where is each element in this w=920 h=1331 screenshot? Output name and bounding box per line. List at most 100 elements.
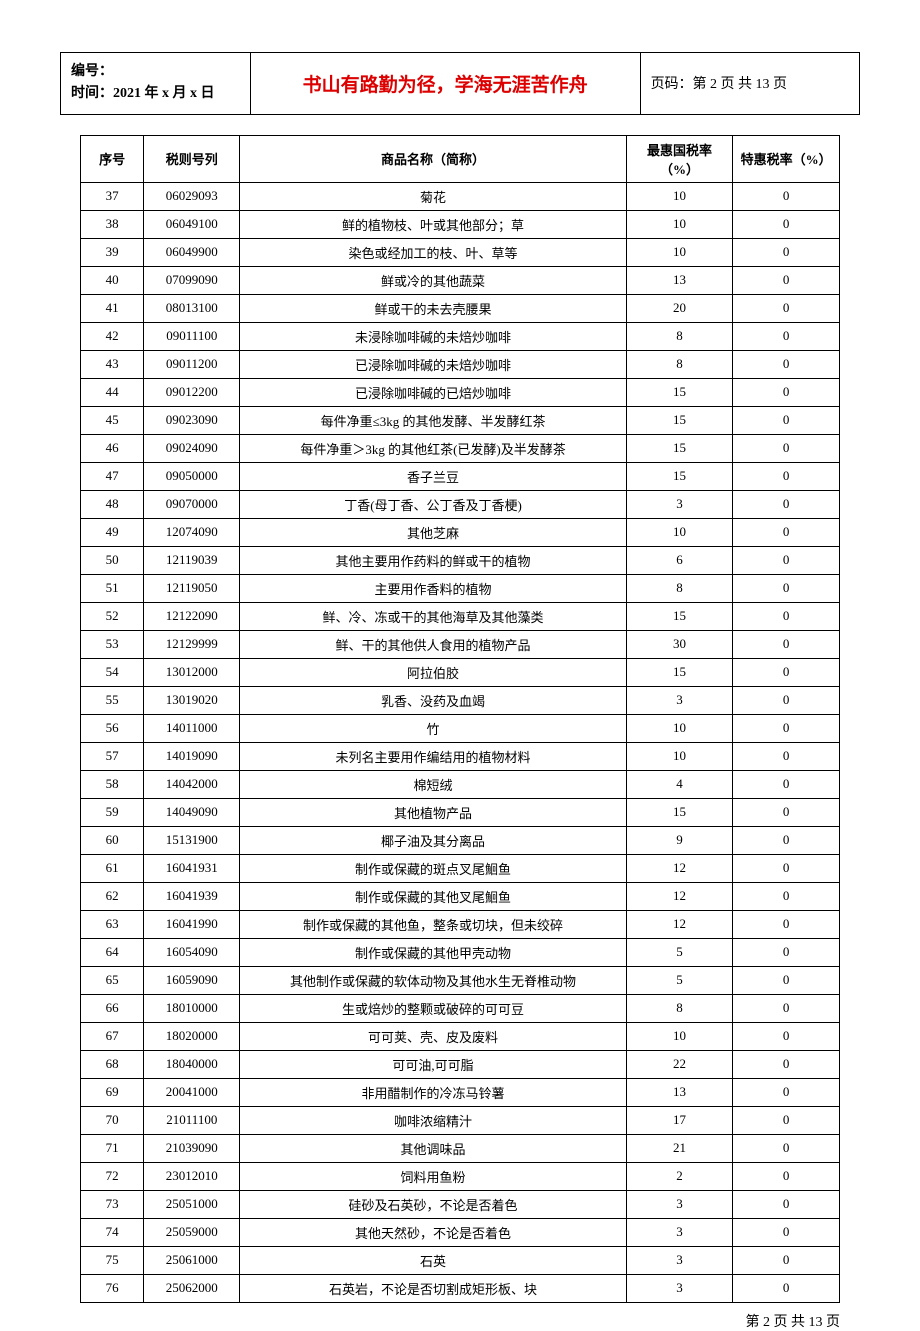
cell-rate2: 0 — [733, 770, 840, 798]
cell-seq: 66 — [81, 994, 144, 1022]
cell-rate2: 0 — [733, 266, 840, 294]
cell-code: 12074090 — [144, 518, 240, 546]
cell-code: 12122090 — [144, 602, 240, 630]
cell-name: 生或焙炒的整颗或破碎的可可豆 — [240, 994, 626, 1022]
table-row: 7625062000石英岩，不论是否切割成矩形板、块30 — [81, 1274, 840, 1302]
tariff-table: 序号 税则号列 商品名称（简称） 最惠国税率（%） 特惠税率（%） 370602… — [80, 135, 840, 1303]
cell-rate2: 0 — [733, 798, 840, 826]
cell-name: 丁香(母丁香、公丁香及丁香梗) — [240, 490, 626, 518]
cell-rate1: 17 — [626, 1106, 733, 1134]
cell-rate2: 0 — [733, 182, 840, 210]
cell-seq: 58 — [81, 770, 144, 798]
cell-rate1: 10 — [626, 742, 733, 770]
cell-rate1: 12 — [626, 882, 733, 910]
cell-seq: 52 — [81, 602, 144, 630]
cell-seq: 51 — [81, 574, 144, 602]
table-row: 5212122090鲜、冷、冻或干的其他海草及其他藻类150 — [81, 602, 840, 630]
table-row: 6015131900椰子油及其分离品90 — [81, 826, 840, 854]
cell-code: 25051000 — [144, 1190, 240, 1218]
page-footer: 第 2 页 共 13 页 — [80, 1311, 840, 1331]
cell-code: 16041990 — [144, 910, 240, 938]
cell-code: 14011000 — [144, 714, 240, 742]
cell-rate2: 0 — [733, 322, 840, 350]
cell-rate1: 3 — [626, 490, 733, 518]
cell-name: 未浸除咖啡碱的未焙炒咖啡 — [240, 322, 626, 350]
cell-rate2: 0 — [733, 1078, 840, 1106]
table-row: 7223012010饲料用鱼粉20 — [81, 1162, 840, 1190]
header-page-label: 页码：第 2 页 共 13 页 — [640, 53, 859, 115]
table-header-row: 序号 税则号列 商品名称（简称） 最惠国税率（%） 特惠税率（%） — [81, 135, 840, 182]
cell-seq: 44 — [81, 378, 144, 406]
cell-code: 16054090 — [144, 938, 240, 966]
cell-seq: 50 — [81, 546, 144, 574]
cell-rate2: 0 — [733, 1106, 840, 1134]
header-motto: 书山有路勤为径，学海无涯苦作舟 — [250, 53, 640, 115]
cell-code: 21011100 — [144, 1106, 240, 1134]
cell-seq: 72 — [81, 1162, 144, 1190]
table-row: 4709050000香子兰豆150 — [81, 462, 840, 490]
cell-rate2: 0 — [733, 1022, 840, 1050]
table-row: 4409012200已浸除咖啡碱的已焙炒咖啡150 — [81, 378, 840, 406]
page-container: 编号： 时间：2021 年 x 月 x 日 书山有路勤为径，学海无涯苦作舟 页码… — [60, 52, 860, 1331]
cell-seq: 45 — [81, 406, 144, 434]
cell-rate2: 0 — [733, 1246, 840, 1274]
cell-seq: 56 — [81, 714, 144, 742]
cell-rate2: 0 — [733, 378, 840, 406]
cell-rate2: 0 — [733, 714, 840, 742]
cell-seq: 48 — [81, 490, 144, 518]
cell-rate1: 10 — [626, 518, 733, 546]
cell-seq: 62 — [81, 882, 144, 910]
cell-name: 可可荚、壳、皮及废料 — [240, 1022, 626, 1050]
cell-name: 鲜或冷的其他蔬菜 — [240, 266, 626, 294]
cell-name: 其他天然砂，不论是否着色 — [240, 1218, 626, 1246]
cell-name: 已浸除咖啡碱的已焙炒咖啡 — [240, 378, 626, 406]
cell-name: 可可油,可可脂 — [240, 1050, 626, 1078]
table-row: 3706029093菊花100 — [81, 182, 840, 210]
cell-seq: 40 — [81, 266, 144, 294]
table-row: 5914049090其他植物产品150 — [81, 798, 840, 826]
cell-name: 鲜、冷、冻或干的其他海草及其他藻类 — [240, 602, 626, 630]
cell-name: 棉短绒 — [240, 770, 626, 798]
th-rate1: 最惠国税率（%） — [626, 135, 733, 182]
cell-seq: 64 — [81, 938, 144, 966]
cell-seq: 38 — [81, 210, 144, 238]
cell-code: 18010000 — [144, 994, 240, 1022]
cell-name: 制作或保藏的其他甲壳动物 — [240, 938, 626, 966]
cell-seq: 46 — [81, 434, 144, 462]
cell-seq: 71 — [81, 1134, 144, 1162]
cell-rate2: 0 — [733, 826, 840, 854]
cell-rate2: 0 — [733, 1274, 840, 1302]
cell-rate1: 4 — [626, 770, 733, 798]
cell-rate2: 0 — [733, 518, 840, 546]
cell-code: 21039090 — [144, 1134, 240, 1162]
cell-code: 25062000 — [144, 1274, 240, 1302]
table-row: 4809070000丁香(母丁香、公丁香及丁香梗)30 — [81, 490, 840, 518]
cell-name: 制作或保藏的其他叉尾鮰鱼 — [240, 882, 626, 910]
cell-seq: 67 — [81, 1022, 144, 1050]
cell-rate1: 8 — [626, 994, 733, 1022]
cell-rate1: 3 — [626, 1246, 733, 1274]
cell-rate1: 15 — [626, 602, 733, 630]
cell-name: 非用醋制作的冷冻马铃薯 — [240, 1078, 626, 1106]
cell-rate1: 3 — [626, 1274, 733, 1302]
cell-code: 09024090 — [144, 434, 240, 462]
cell-rate1: 8 — [626, 350, 733, 378]
cell-name: 每件净重＞3kg 的其他红茶(已发酵)及半发酵茶 — [240, 434, 626, 462]
table-row: 6516059090其他制作或保藏的软体动物及其他水生无脊椎动物50 — [81, 966, 840, 994]
table-row: 6416054090制作或保藏的其他甲壳动物50 — [81, 938, 840, 966]
cell-rate2: 0 — [733, 210, 840, 238]
cell-rate1: 12 — [626, 854, 733, 882]
table-row: 7121039090其他调味品210 — [81, 1134, 840, 1162]
cell-name: 主要用作香料的植物 — [240, 574, 626, 602]
cell-rate1: 20 — [626, 294, 733, 322]
table-row: 5012119039其他主要用作药料的鲜或干的植物60 — [81, 546, 840, 574]
cell-rate1: 15 — [626, 798, 733, 826]
cell-seq: 37 — [81, 182, 144, 210]
cell-code: 06029093 — [144, 182, 240, 210]
cell-rate2: 0 — [733, 966, 840, 994]
cell-name: 鲜、干的其他供人食用的植物产品 — [240, 630, 626, 658]
cell-seq: 41 — [81, 294, 144, 322]
cell-rate2: 0 — [733, 1134, 840, 1162]
cell-seq: 59 — [81, 798, 144, 826]
table-row: 3806049100鲜的植物枝、叶或其他部分；草100 — [81, 210, 840, 238]
